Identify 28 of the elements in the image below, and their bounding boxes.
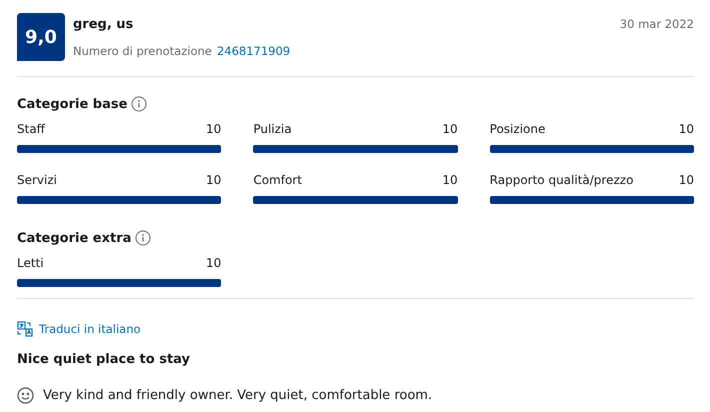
category-name: Pulizia (253, 122, 292, 136)
review-title: Nice quiet place to stay (17, 352, 192, 367)
translate-link[interactable]: Traduci in italiano (39, 322, 141, 336)
section-title: Categorie extra (17, 230, 132, 246)
booking-label: Numero di prenotazione (73, 44, 212, 58)
reviewer-name: greg, us (73, 17, 134, 32)
category-name: Comfort (253, 173, 302, 187)
section-title: Categorie base (17, 96, 128, 112)
translate-icon[interactable] (17, 321, 33, 337)
info-icon[interactable] (135, 230, 152, 246)
review-date: 30 mar 2022 (620, 16, 694, 31)
category-score: 10 (442, 122, 458, 136)
category-name: Posizione (490, 122, 546, 136)
category-score: 10 (206, 256, 222, 270)
info-icon[interactable] (131, 96, 148, 112)
booking-number: 2468171909 (216, 44, 290, 58)
category-name: Letti (17, 256, 44, 270)
category-score: 10 (442, 173, 458, 187)
category-score: 10 (678, 122, 694, 136)
category-score: 10 (678, 173, 694, 187)
category-name: Servizi (17, 173, 58, 187)
category-name: Rapporto qualità/prezzo (490, 173, 634, 187)
category-score: 10 (206, 173, 222, 187)
smiley-icon (17, 387, 34, 404)
category-score: 10 (206, 122, 222, 136)
category-name: Staff (17, 122, 45, 136)
review-text: Very kind and friendly owner. Very quiet, comfortable room. (43, 388, 432, 403)
score-badge: 9,0 (17, 13, 65, 61)
